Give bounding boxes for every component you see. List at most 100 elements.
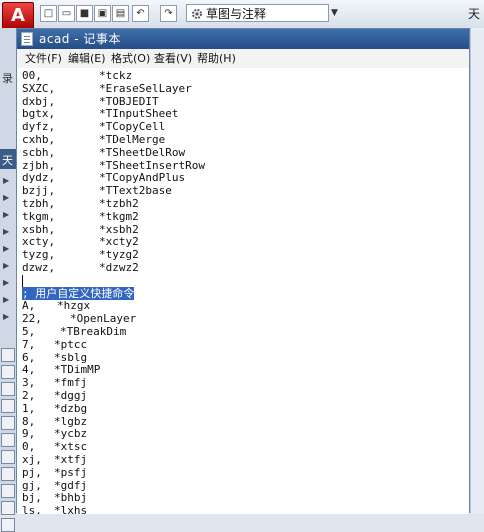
- autocad-right-panel: [470, 28, 484, 513]
- expand-arrow-icon[interactable]: ▶: [3, 312, 13, 322]
- text-editor-area[interactable]: 00, *tckz SXZC, *EraseSelLayer dxbj, *TOBJEDI…: [17, 68, 469, 514]
- command-alias: pj,: [22, 465, 42, 479]
- notepad-window: acad - 记事本 文件(F) 编辑(E) 格式(O) 查看(V) 帮助(H)…: [16, 28, 470, 514]
- command-name: *TText2base: [99, 184, 172, 198]
- command-name: *EraseSelLayer: [99, 81, 192, 95]
- notepad-icon: [21, 32, 33, 46]
- save-icon[interactable]: ■: [76, 5, 93, 22]
- command-name: *dggj: [54, 389, 88, 402]
- expand-arrow-icon[interactable]: ▶: [3, 261, 13, 271]
- menu-edit[interactable]: 编辑(E): [68, 49, 106, 68]
- command-name: *TSheetDelRow: [99, 145, 186, 159]
- command-alias: tkgm,: [22, 209, 56, 223]
- command-name: *dzwz2: [99, 261, 139, 274]
- command-alias: tzbh,: [22, 197, 56, 210]
- menu-bar: 文件(F) 编辑(E) 格式(O) 查看(V) 帮助(H): [17, 49, 469, 69]
- command-name: *xtsc: [54, 440, 88, 454]
- command-name: *psfj: [54, 465, 88, 479]
- left-palette-label: 录: [2, 72, 13, 85]
- notepad-title-bar[interactable]: acad - 记事本: [17, 29, 469, 49]
- command-alias: bj,: [22, 491, 42, 505]
- arrow-tool-icon[interactable]: [1, 433, 15, 447]
- menu-file[interactable]: 文件(F): [25, 49, 62, 68]
- command-alias: zjbh,: [22, 158, 56, 172]
- command-name: *lgbz: [54, 414, 88, 428]
- command-name: *ptcc: [54, 337, 88, 351]
- print-icon[interactable]: ▤: [112, 5, 129, 22]
- command-alias: 0,: [22, 440, 36, 454]
- expand-arrow-icon[interactable]: ▶: [3, 295, 13, 305]
- command-name: *tkgm2: [99, 209, 139, 223]
- command-alias: xsbh,: [22, 222, 56, 236]
- window-title: acad - 记事本: [39, 32, 121, 46]
- command-name: *dzbg: [54, 401, 88, 415]
- command-alias: xj,: [22, 453, 42, 466]
- table-tool-icon[interactable]: [1, 348, 15, 362]
- command-name: *tzbh2: [99, 197, 139, 210]
- command-alias: 22,: [22, 312, 42, 326]
- expand-arrow-icon[interactable]: ▶: [3, 193, 13, 203]
- autocad-title-fragment: 天: [468, 7, 481, 21]
- command-alias: tyzg,: [22, 248, 56, 262]
- command-name: *TSheetInsertRow: [99, 158, 205, 172]
- workspace-label: 草图与注释: [206, 7, 267, 21]
- gear-icon: [192, 9, 202, 19]
- command-alias: dzwz,: [22, 261, 56, 274]
- command-alias: 5,: [22, 325, 36, 338]
- dimension-tool-icon[interactable]: [1, 399, 15, 413]
- open-folder-icon[interactable]: ▭: [58, 5, 75, 22]
- command-alias: 2,: [22, 389, 36, 402]
- expand-arrow-icon[interactable]: ▶: [3, 278, 13, 288]
- command-alias: 8,: [22, 414, 36, 428]
- command-name: *xsbh2: [99, 222, 139, 236]
- symbol-tool-icon[interactable]: [1, 416, 15, 430]
- table-tool-icon[interactable]: [1, 382, 15, 396]
- command-name: *OpenLayer: [70, 312, 137, 326]
- expand-arrow-icon[interactable]: ▶: [3, 210, 13, 220]
- autocad-quick-access-toolbar: A □ ▭ ■ ▣ ▤ ↶ ↷ 草图与注释 ▼ 天: [0, 0, 484, 30]
- command-name: *TCopyCell: [99, 120, 166, 134]
- command-alias: gj,: [22, 478, 42, 492]
- redo-icon[interactable]: ↷: [160, 5, 177, 22]
- command-alias: SXZC,: [22, 81, 56, 95]
- command-name: *tyzg2: [99, 248, 139, 262]
- new-file-icon[interactable]: □: [40, 5, 57, 22]
- command-alias: scbh,: [22, 145, 56, 159]
- autocad-application-icon[interactable]: A: [2, 2, 34, 30]
- command-name: *xcty2: [99, 235, 139, 249]
- command-alias: 00,: [22, 69, 42, 82]
- undo-icon[interactable]: ↶: [132, 5, 149, 22]
- expand-arrow-icon[interactable]: ▶: [3, 244, 13, 254]
- table-tool-icon[interactable]: [1, 365, 15, 379]
- command-name: *TInputSheet: [99, 107, 179, 121]
- image-tool-icon[interactable]: [1, 467, 15, 481]
- command-name: *TDimMP: [54, 363, 101, 377]
- command-name: *gdfj: [54, 478, 88, 492]
- text-caret: [22, 274, 23, 287]
- menu-view[interactable]: 查看(V): [154, 49, 192, 68]
- image-tool-icon[interactable]: [1, 484, 15, 498]
- command-alias: 9,: [22, 427, 36, 441]
- command-name: *bhbj: [54, 491, 88, 505]
- save-as-icon[interactable]: ▣: [94, 5, 111, 22]
- comment-line: ; 用户自定义快捷命令: [22, 286, 135, 300]
- command-alias: 3,: [22, 376, 36, 390]
- command-name: *hzgx: [57, 299, 91, 313]
- selected-text: ; 用户自定义快捷命令: [22, 286, 135, 300]
- expand-arrow-icon[interactable]: ▶: [3, 176, 13, 186]
- command-name: *TBreakDim: [60, 325, 127, 338]
- command-alias: dyfz,: [22, 120, 56, 134]
- workspace-selector[interactable]: 草图与注释: [186, 4, 329, 22]
- expand-arrow-icon[interactable]: ▶: [3, 227, 13, 237]
- command-name: *fmfj: [54, 376, 88, 390]
- chevron-down-icon[interactable]: ▼: [331, 5, 341, 21]
- command-alias: dydz,: [22, 171, 56, 185]
- command-name: *TDelMerge: [99, 133, 166, 146]
- menu-format[interactable]: 格式(O): [111, 49, 150, 68]
- text-tool-icon[interactable]: [1, 450, 15, 464]
- command-alias: cxhb,: [22, 133, 56, 146]
- command-name: *sblg: [54, 350, 88, 364]
- layer-tool-icon[interactable]: [1, 518, 15, 532]
- command-name: *TOBJEDIT: [99, 94, 159, 108]
- menu-help[interactable]: 帮助(H): [197, 49, 236, 68]
